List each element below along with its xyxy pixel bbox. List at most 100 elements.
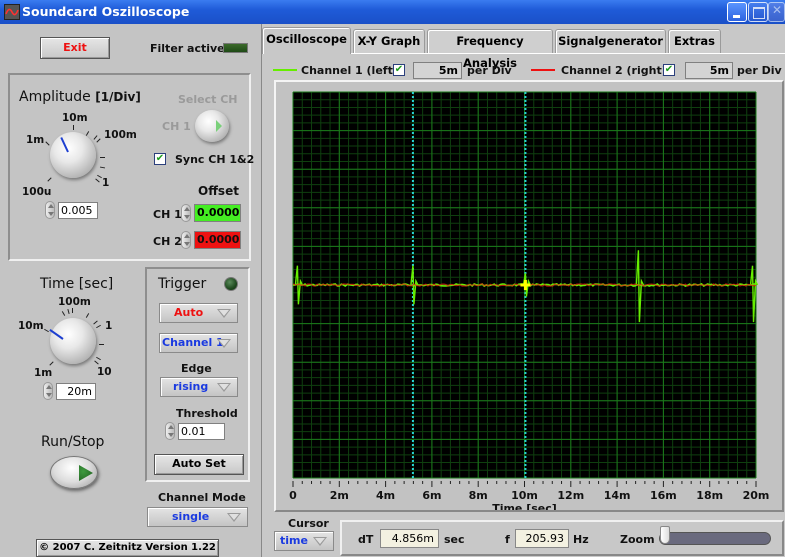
tab-oscilloscope[interactable]: Oscilloscope [262, 27, 351, 54]
x-tick-label: 20m [743, 489, 770, 502]
tab-frequency-analysis[interactable]: Frequency Analysis [427, 29, 553, 70]
filter-active-label: Filter active [150, 42, 225, 55]
x-tick-label: 4m [376, 489, 395, 502]
time-title: Time [sec] [40, 276, 114, 292]
amplitude-tick-10m: 10m [62, 112, 88, 124]
auto-set-button[interactable]: Auto Set [154, 454, 244, 475]
minimize-button[interactable] [727, 2, 747, 22]
x-tick-label: 6m [422, 489, 441, 502]
x-tick-label: 2m [330, 489, 349, 502]
f-label: f [505, 533, 510, 546]
trigger-mode-dropdown[interactable]: Auto [159, 303, 238, 323]
dropdown-arrow-icon [313, 537, 327, 546]
channel2-label: Channel 2 (right) [561, 64, 667, 77]
time-spinner[interactable] [43, 382, 53, 400]
zoom-label: Zoom [620, 533, 655, 546]
trigger-led [224, 277, 238, 291]
offset-ch1-field[interactable]: 0.0000 [194, 204, 241, 222]
channel1-label: Channel 1 (left) [301, 64, 398, 77]
maximize-button[interactable] [748, 2, 768, 22]
tab-xy-graph[interactable]: X-Y Graph [353, 29, 425, 53]
sync-checkbox[interactable]: ✔ [154, 153, 166, 165]
cursor-mode-value: time [280, 534, 308, 547]
copyright-button[interactable]: © 2007 C. Zeitnitz Version 1.22 [36, 539, 219, 557]
tab-signalgenerator[interactable]: Signalgenerator [555, 29, 666, 53]
amplitude-value-field[interactable]: 0.005 [58, 202, 98, 219]
trigger-mode-value: Auto [174, 306, 204, 319]
dropdown-arrow-icon [217, 309, 231, 318]
exit-button[interactable]: Exit [40, 37, 110, 59]
oscilloscope-plot[interactable]: 0 2m 4m 6m 8m 10m 12m 14m 16m 18m 20m Time [sec] [276, 82, 782, 515]
channel1-per-div-unit: per Div [467, 64, 512, 77]
time-tick-1m: 1m [34, 367, 53, 379]
dropdown-arrow-icon [227, 513, 241, 522]
tab-extras[interactable]: Extras [668, 29, 721, 53]
f-unit: Hz [573, 533, 589, 546]
amplitude-tick-100u: 100u [22, 186, 52, 198]
app-icon [4, 4, 20, 20]
oscilloscope-graph: 0 2m 4m 6m 8m 10m 12m 14m 16m 18m 20m Time [sec] [274, 80, 784, 515]
amplitude-tick-1m: 1m [26, 134, 45, 146]
run-stop-label: Run/Stop [41, 434, 105, 450]
trigger-channel-dropdown[interactable]: Channel 1 [159, 333, 238, 353]
channel1-checkbox[interactable]: ✔ [393, 64, 405, 76]
f-value: 205.93 [515, 529, 569, 548]
zoom-slider-thumb[interactable] [660, 526, 670, 544]
offset-ch1-label: CH 1 [153, 208, 182, 221]
x-tick-label: 8m [469, 489, 488, 502]
time-value-field[interactable]: 20m [56, 383, 96, 400]
trigger-title: Trigger [158, 276, 207, 292]
channel1-legend-line [273, 69, 297, 71]
x-tick-label: 10m [511, 489, 538, 502]
zoom-slider[interactable] [659, 526, 771, 545]
dt-unit: sec [444, 533, 465, 546]
close-button[interactable] [768, 2, 785, 22]
dt-value: 4.856m [380, 529, 439, 548]
dropdown-arrow-icon [217, 339, 231, 348]
title-bar: Soundcard Oszilloscope [0, 0, 785, 24]
offset-title: Offset [198, 184, 239, 198]
amplitude-spinner[interactable] [45, 201, 55, 219]
channel2-legend-line [531, 69, 555, 71]
x-tick-label: 16m [650, 489, 677, 502]
threshold-spinner[interactable] [165, 422, 175, 440]
channel2-checkbox[interactable]: ✔ [663, 64, 675, 76]
channel2-per-div-unit: per Div [737, 64, 782, 77]
amplitude-title: Amplitude [1/Div] [19, 89, 141, 105]
cursor-label: Cursor [288, 517, 329, 530]
amplitude-tick-100m: 100m [104, 129, 137, 141]
time-tick-1: 1 [105, 320, 113, 332]
x-axis-label: Time [sec] [492, 502, 557, 510]
time-tick-10m: 10m [18, 320, 44, 332]
offset-ch1-spinner[interactable] [181, 204, 191, 222]
x-tick-label: 0 [289, 489, 297, 502]
dropdown-arrow-icon [217, 383, 231, 392]
channel-mode-dropdown[interactable]: single [147, 507, 248, 527]
amplitude-tick-1: 1 [102, 177, 110, 189]
channel-mode-label: Channel Mode [158, 491, 246, 504]
select-ch-button[interactable] [195, 110, 229, 142]
dt-label: dT [358, 533, 374, 546]
run-stop-button[interactable] [50, 456, 98, 489]
x-tick-label: 14m [604, 489, 631, 502]
x-tick-label: 18m [696, 489, 723, 502]
edge-label: Edge [181, 362, 212, 375]
threshold-field[interactable]: 0.01 [178, 423, 225, 440]
offset-ch2-label: CH 2 [153, 235, 182, 248]
channel1-per-div-field[interactable]: 5m [413, 62, 462, 79]
offset-ch2-spinner[interactable] [181, 231, 191, 249]
select-ch-label: Select CH [178, 93, 238, 106]
cursor-mode-dropdown[interactable]: time [274, 531, 334, 551]
play-icon [79, 465, 93, 481]
threshold-label: Threshold [176, 407, 238, 420]
offset-ch2-field[interactable]: 0.0000 [194, 231, 241, 249]
sync-label: Sync CH 1&2 [175, 153, 255, 166]
select-ch-value: CH 1 [162, 120, 191, 133]
trigger-channel-value: Channel 1 [162, 336, 224, 349]
edge-dropdown[interactable]: rising [160, 377, 238, 397]
edge-value: rising [173, 380, 209, 393]
time-tick-100m: 100m [58, 296, 91, 308]
channel2-per-div-field[interactable]: 5m [685, 62, 733, 79]
window-title: Soundcard Oszilloscope [22, 4, 190, 19]
channel-mode-value: single [172, 510, 210, 523]
